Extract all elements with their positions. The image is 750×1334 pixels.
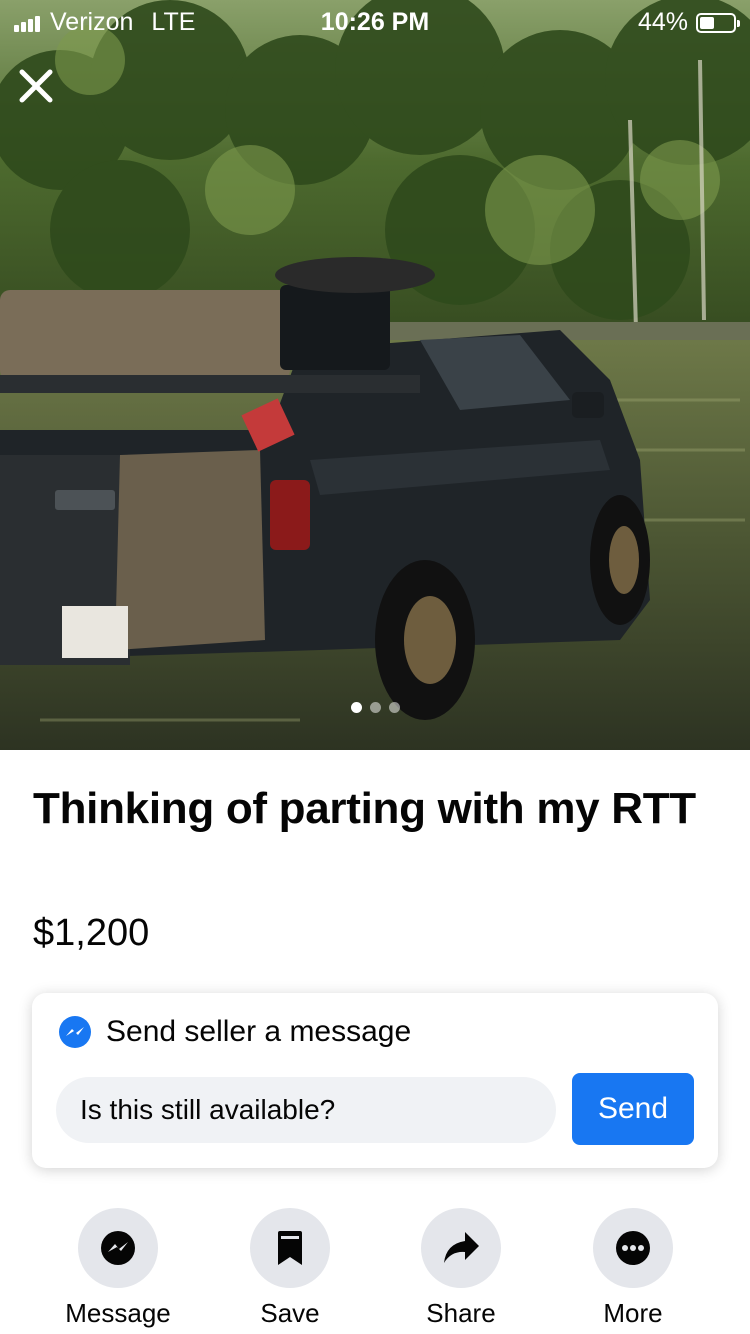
- message-card-heading: Send seller a message: [106, 1015, 412, 1048]
- share-arrow-icon: [444, 1232, 479, 1263]
- save-action-circle: [250, 1208, 330, 1288]
- save-action-button[interactable]: Save: [210, 1208, 370, 1329]
- truck-photo: [0, 0, 750, 750]
- message-action-button[interactable]: Message: [38, 1208, 198, 1329]
- more-action-circle: [593, 1208, 673, 1288]
- status-right: 44%: [637, 8, 740, 37]
- share-action-button[interactable]: Share: [381, 1208, 541, 1329]
- send-button[interactable]: Send: [572, 1073, 694, 1145]
- bookmark-icon: [278, 1231, 302, 1265]
- listing-price: $1,200: [33, 912, 150, 954]
- message-action-circle: [78, 1208, 158, 1288]
- share-action-circle: [421, 1208, 501, 1288]
- pager-dot: [369, 702, 381, 713]
- pager-dot: [388, 702, 400, 713]
- status-bar: Verizon LTE 10:26 PM 44%: [0, 0, 750, 40]
- photo-pager: [0, 702, 750, 713]
- message-seller-card: Send seller a message Send: [32, 993, 718, 1168]
- message-input[interactable]: [56, 1077, 556, 1143]
- message-action-label: Message: [65, 1298, 171, 1328]
- message-card-header: Send seller a message: [58, 1015, 411, 1049]
- more-action-button[interactable]: More: [553, 1208, 713, 1329]
- share-action-label: Share: [426, 1298, 496, 1328]
- more-action-label: More: [603, 1298, 663, 1328]
- battery-icon: [696, 12, 740, 33]
- pager-dot: [350, 702, 362, 713]
- battery-percent: 44%: [637, 8, 688, 36]
- close-icon: [19, 69, 53, 103]
- listing-photo[interactable]: Verizon LTE 10:26 PM 44%: [0, 0, 750, 750]
- save-action-label: Save: [260, 1298, 320, 1328]
- messenger-icon: [59, 1016, 91, 1048]
- close-button[interactable]: [16, 66, 56, 106]
- listing-title: Thinking of parting with my RTT: [33, 784, 696, 833]
- action-bar: Message Save Share More: [0, 1208, 750, 1334]
- more-dots-icon: [616, 1231, 650, 1265]
- messenger-icon: [101, 1231, 135, 1265]
